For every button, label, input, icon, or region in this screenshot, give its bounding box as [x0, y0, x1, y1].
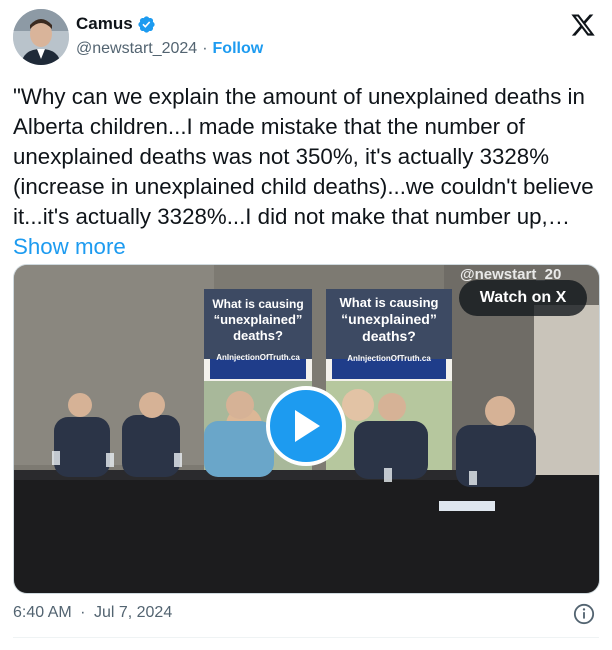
author-name[interactable]: Camus	[76, 14, 133, 34]
banner-left-line1: What is causing	[212, 297, 304, 311]
tweet-text: "Why can we explain the amount of unexpl…	[13, 82, 603, 262]
timestamp-separator: ·	[80, 604, 86, 621]
tweet-time: 6:40 AM	[13, 604, 72, 621]
info-icon[interactable]	[573, 603, 595, 625]
banner-left-url: AnInjectionOfTruth.ca	[216, 353, 300, 362]
follow-button[interactable]: Follow	[213, 40, 264, 58]
banner-right: What is causing “unexplained” deaths? An…	[326, 294, 452, 367]
banner-right-url: AnInjectionOfTruth.ca	[347, 354, 431, 363]
banner-right-line2: “unexplained”	[341, 311, 437, 327]
show-more-link[interactable]: Show more	[13, 234, 126, 259]
x-logo-icon[interactable]	[569, 12, 597, 38]
verified-badge-icon	[138, 15, 155, 33]
avatar[interactable]	[13, 9, 69, 65]
author-name-row: Camus	[76, 14, 156, 34]
play-button[interactable]	[266, 386, 346, 466]
author-handle-row: @newstart_2024 · Follow	[76, 40, 263, 58]
banner-right-line1: What is causing	[339, 295, 439, 310]
divider	[13, 637, 599, 638]
separator: ·	[202, 40, 208, 57]
tweet-body: "Why can we explain the amount of unexpl…	[13, 84, 594, 229]
banner-left: What is causing “unexplained” deaths? An…	[204, 296, 312, 366]
author-handle[interactable]: @newstart_2024	[76, 40, 197, 58]
play-icon	[295, 410, 320, 442]
tweet-card: Camus @newstart_2024 · Follow "Why can w…	[0, 0, 612, 650]
watch-on-x-button[interactable]: Watch on X	[459, 280, 587, 316]
banner-left-line3: deaths?	[233, 328, 283, 343]
tweet-date: Jul 7, 2024	[93, 604, 173, 621]
banner-left-line2: “unexplained”	[213, 312, 303, 327]
tweet-timestamp[interactable]: 6:40 AM · Jul 7, 2024	[13, 604, 172, 622]
banner-right-line3: deaths?	[362, 328, 416, 344]
